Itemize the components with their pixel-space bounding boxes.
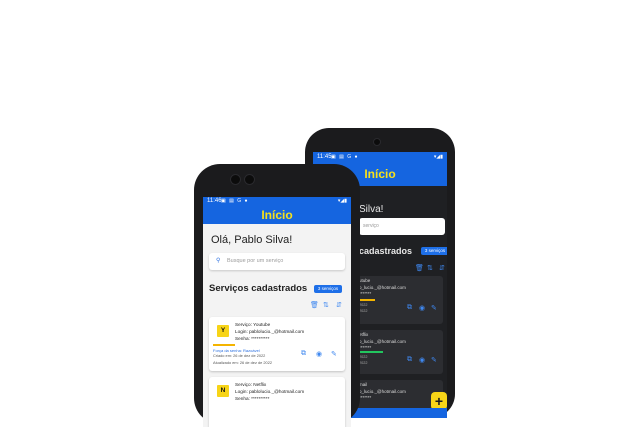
updated-date: Atualizado em: 26 de dez de 2022	[213, 360, 273, 365]
front-camera-icon	[230, 174, 241, 185]
eye-icon[interactable]: ◉	[419, 356, 425, 364]
edit-icon[interactable]: ✎	[431, 304, 437, 312]
service-avatar: Y	[217, 325, 229, 337]
created-date: Criado em: 26 de dez de 2022	[213, 353, 266, 358]
created-date: 2022	[359, 303, 368, 307]
service-name: Serviço: Youtube	[235, 322, 271, 327]
service-login: o_lucio._@hotmail.com	[359, 339, 406, 344]
phone-light-mode: 11:46 ▣ ▤ G ● ▾◢▮ Início Olá, Pablo Silv…	[194, 164, 360, 427]
service-password: *******	[359, 291, 372, 296]
search-input[interactable]: ⚲ Busque por um serviço	[209, 253, 345, 270]
filter-icon[interactable]: ⇵	[336, 301, 342, 309]
filter-icon[interactable]: ⇵	[439, 264, 445, 272]
service-login: Login: pablolucio._@hotmail.com	[235, 389, 305, 394]
trash-icon[interactable]: 🗑	[415, 264, 424, 272]
page-title: Início	[261, 208, 293, 222]
status-time: 11:46	[207, 198, 222, 204]
notification-icons: ▣ ▤ G ●	[221, 198, 249, 204]
updated-date: 2022	[359, 361, 368, 365]
greeting: Olá, Pablo Silva!	[211, 234, 293, 246]
service-password: *******	[359, 345, 372, 350]
eye-icon[interactable]: ◉	[419, 304, 425, 312]
sort-icon[interactable]: ⇅	[323, 301, 329, 309]
search-placeholder: Busque por um serviço	[227, 258, 284, 264]
password-strength-bar	[359, 299, 375, 301]
signal-battery-icon: ▾◢▮	[337, 198, 347, 204]
status-bar: 11:45 ▣ ▤ G ● ▾◢▮	[313, 152, 447, 163]
services-count-badge: 3 serviços	[314, 285, 342, 293]
copy-icon[interactable]: ⧉	[301, 350, 306, 358]
service-avatar: N	[217, 385, 229, 397]
service-password: Senha: **********	[235, 396, 270, 401]
search-input[interactable]: serviço	[359, 218, 445, 235]
service-name: utube	[359, 278, 371, 283]
search-icon: ⚲	[216, 258, 221, 264]
section-title: cadastrados	[359, 246, 413, 256]
copy-icon[interactable]: ⧉	[407, 304, 412, 312]
trash-icon[interactable]: 🗑	[310, 301, 319, 309]
service-name: etflix	[359, 332, 369, 337]
updated-date: 2022	[359, 309, 368, 313]
app-bar: Início	[203, 206, 351, 224]
service-login: Login: pablolucio._@hotmail.com	[235, 329, 305, 334]
service-login: o_lucio._@hotmail.com	[359, 285, 406, 290]
screen-light: 11:46 ▣ ▤ G ● ▾◢▮ Início Olá, Pablo Silv…	[203, 197, 351, 427]
service-name: mail	[359, 382, 368, 387]
front-camera-icon	[373, 138, 381, 146]
service-password: Senha: **********	[235, 336, 270, 341]
service-password: *******	[359, 395, 372, 400]
sort-icon[interactable]: ⇅	[427, 264, 433, 272]
section-title: Serviços cadastrados	[209, 283, 308, 294]
notification-icons: ▣ ▤ G ●	[331, 154, 359, 160]
service-name: Serviço: Netflix	[235, 382, 267, 387]
created-date: 2022	[359, 355, 368, 359]
edit-icon[interactable]: ✎	[431, 356, 437, 364]
search-placeholder: serviço	[363, 223, 379, 229]
signal-battery-icon: ▾◢▮	[433, 154, 443, 160]
password-strength-bar	[213, 344, 235, 346]
service-card[interactable]: utube o_lucio._@hotmail.com ******* 2022…	[357, 276, 443, 324]
eye-icon[interactable]: ◉	[316, 350, 322, 358]
status-time: 11:45	[317, 154, 332, 160]
services-count-badge: 3 serviços	[421, 247, 447, 255]
greeting: Silva!	[359, 204, 384, 215]
copy-icon[interactable]: ⧉	[407, 356, 412, 364]
service-card[interactable]: etflix o_lucio._@hotmail.com ******* 202…	[357, 330, 443, 374]
page-title: Início	[364, 167, 396, 181]
service-card[interactable]: Y Serviço: Youtube Login: pablolucio._@h…	[209, 317, 345, 371]
password-strength-bar	[359, 351, 383, 353]
front-camera-icon	[244, 174, 255, 185]
status-bar: 11:46 ▣ ▤ G ● ▾◢▮	[203, 197, 351, 206]
service-login: o_lucio._@hotmail.com	[359, 389, 406, 394]
edit-icon[interactable]: ✎	[331, 350, 337, 358]
service-card[interactable]: N Serviço: Netflix Login: pablolucio._@h…	[209, 377, 345, 427]
